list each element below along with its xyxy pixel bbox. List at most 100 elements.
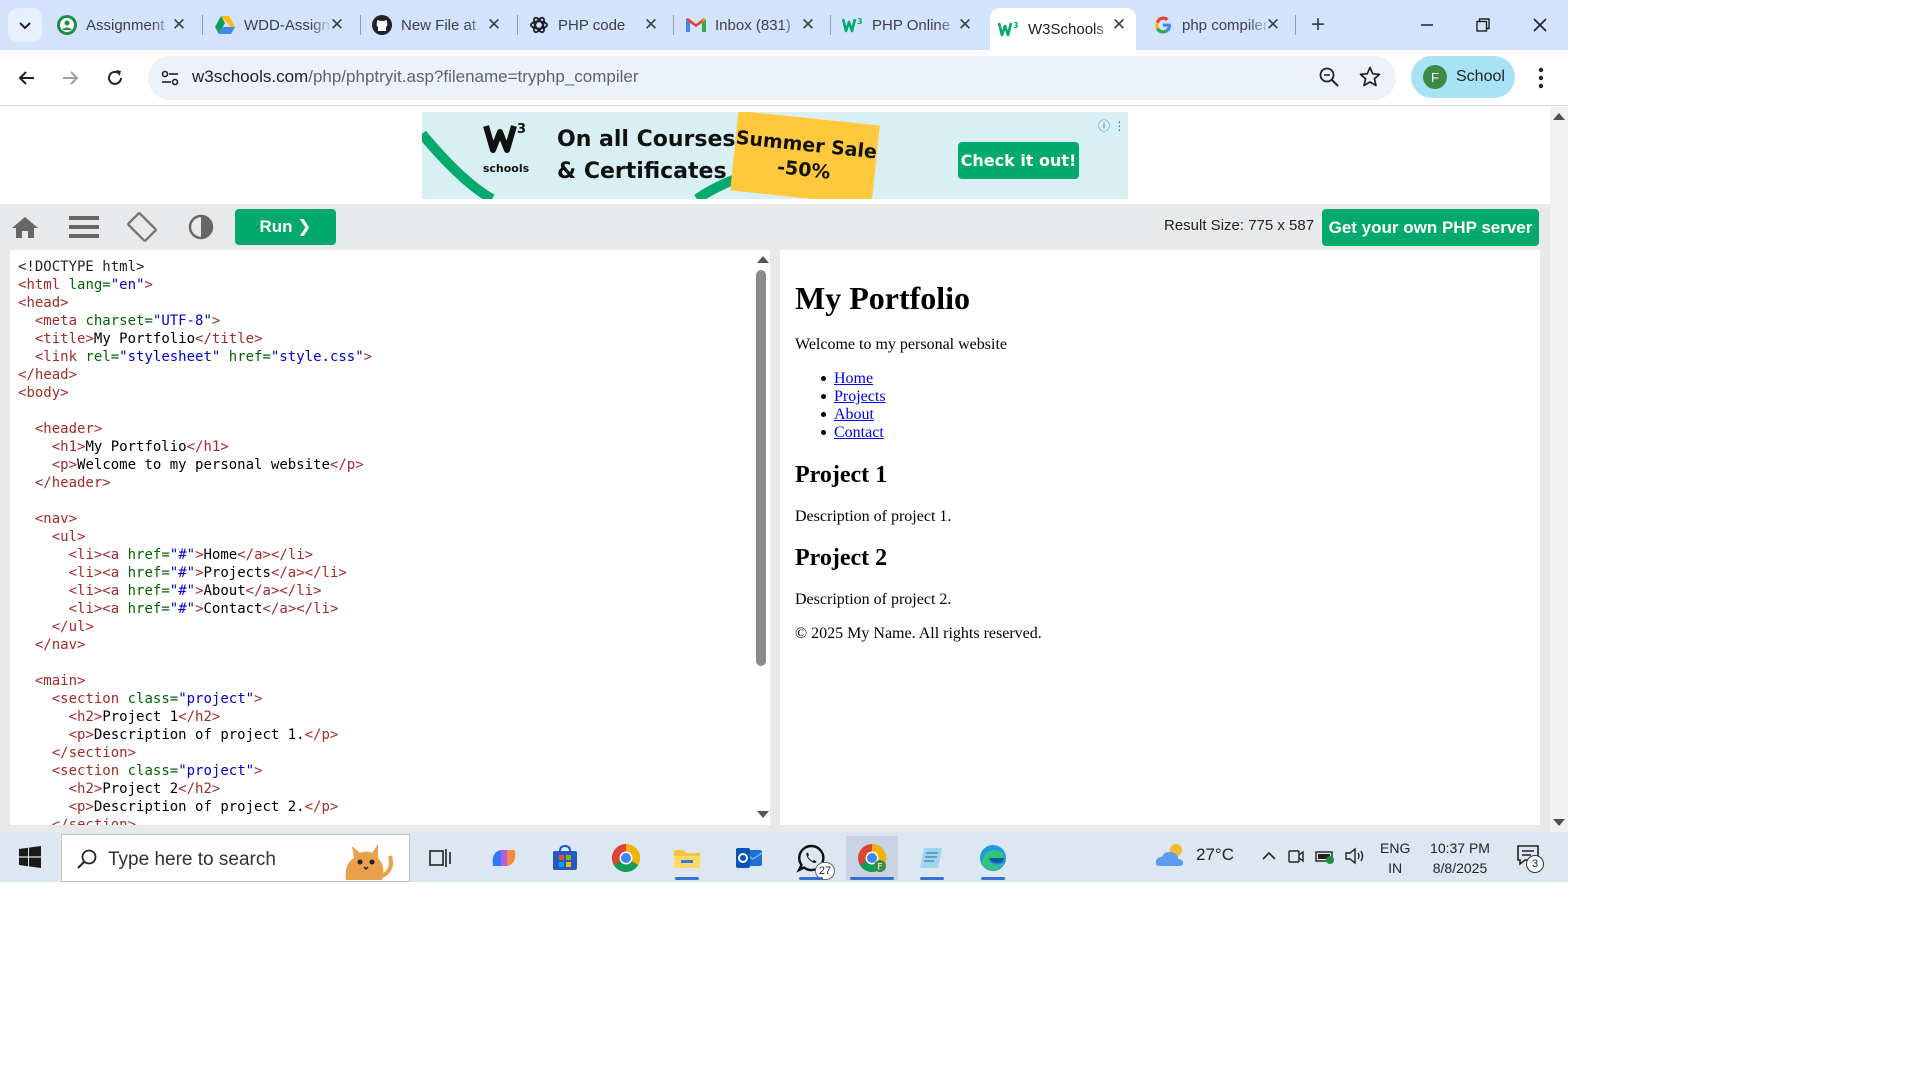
reload-button[interactable]	[98, 61, 132, 95]
tab-separator	[673, 15, 674, 35]
home-button[interactable]	[8, 210, 42, 244]
minimize-button[interactable]	[1412, 10, 1442, 40]
weather-widget[interactable]: 27°C	[1154, 842, 1234, 868]
volume-icon[interactable]	[1344, 846, 1366, 866]
chevron-down-icon	[19, 22, 31, 30]
tab-title: Assignment	[86, 16, 165, 34]
close-tab-icon[interactable]: ✕	[1264, 16, 1282, 34]
outlook-button[interactable]	[723, 836, 775, 880]
chevron-up-icon[interactable]	[1260, 846, 1278, 866]
zoom-icon[interactable]	[1318, 66, 1340, 93]
ad-banner[interactable]: 3 schools On all Courses & Certificates …	[422, 112, 1128, 199]
scroll-up-arrow-icon[interactable]	[757, 256, 769, 263]
edge-button[interactable]	[967, 836, 1019, 880]
page-content: 3 schools On all Courses & Certificates …	[0, 107, 1550, 832]
ad-cta-button[interactable]: Check it out!	[958, 142, 1079, 179]
tab-assignment[interactable]: Assignment ✕	[56, 8, 196, 42]
code-token: </	[186, 439, 204, 455]
code-token: charset=	[85, 313, 153, 329]
code-token: li	[77, 565, 94, 581]
theme-toggle-button[interactable]	[184, 210, 218, 244]
code-token: h2	[77, 709, 94, 725]
tab-php-online[interactable]: 3 PHP Online ✕	[842, 8, 982, 42]
whatsapp-button[interactable]: 27	[785, 836, 837, 880]
rotate-layout-button[interactable]	[125, 210, 159, 244]
input-language[interactable]: ENG IN	[1380, 838, 1410, 878]
get-php-server-button[interactable]: Get your own PHP server	[1322, 209, 1539, 246]
result-nav-link-contact[interactable]: Contact	[834, 424, 884, 441]
task-view-button[interactable]	[414, 836, 466, 880]
ad-info-icon[interactable]: ⓘ ⋮	[1098, 117, 1125, 134]
code-token: </	[51, 619, 69, 635]
code-token: >	[85, 331, 94, 347]
bookmark-star-icon[interactable]	[1358, 65, 1382, 94]
copilot-button[interactable]	[478, 836, 530, 880]
code-token: >	[211, 781, 221, 797]
close-tab-icon[interactable]: ✕	[1110, 16, 1128, 34]
tab-search-button[interactable]	[8, 8, 42, 42]
close-tab-icon[interactable]: ✕	[956, 16, 974, 34]
result-nav-link-home[interactable]: Home	[834, 370, 873, 387]
chrome-profile-taskbar-button[interactable]: F	[846, 836, 898, 880]
code-token: section	[68, 817, 128, 825]
back-button[interactable]	[10, 61, 44, 95]
close-tab-icon[interactable]: ✕	[328, 16, 346, 34]
tab-gmail-inbox[interactable]: Inbox (831) ✕	[685, 8, 825, 42]
code-token: h1	[60, 439, 78, 455]
code-token: ></	[270, 583, 297, 599]
result-project2-desc: Description of project 2.	[795, 591, 952, 608]
tab-w3schools-active[interactable]: 3 W3Schools ✕	[990, 8, 1136, 50]
tab-separator	[360, 15, 361, 35]
scroll-up-arrow-icon[interactable]	[1553, 113, 1565, 120]
result-project1-title: Project 1	[795, 462, 888, 488]
result-nav-link-about[interactable]: About	[834, 406, 874, 423]
notes-app-button[interactable]	[906, 836, 958, 880]
address-bar[interactable]: w3schools.com/php/phptryit.asp?filename=…	[148, 56, 1396, 100]
close-tab-icon[interactable]: ✕	[642, 16, 660, 34]
close-tab-icon[interactable]: ✕	[485, 16, 503, 34]
battery-icon[interactable]	[1314, 846, 1336, 866]
start-button[interactable]	[10, 840, 50, 874]
menu-button[interactable]	[67, 210, 101, 244]
new-tab-button[interactable]: +	[1304, 11, 1332, 39]
code-line: <p>Welcome to my personal website</p>	[18, 456, 372, 474]
file-explorer-button[interactable]	[661, 836, 713, 880]
tab-php-code[interactable]: PHP code ✕	[528, 8, 668, 42]
chrome-taskbar-button[interactable]	[600, 836, 652, 880]
microsoft-store-button[interactable]	[539, 836, 591, 880]
restore-button[interactable]	[1468, 10, 1498, 40]
browser-menu-button[interactable]	[1528, 63, 1554, 93]
forward-button[interactable]	[53, 61, 87, 95]
tab-github-new-file[interactable]: New File at ✕	[371, 8, 511, 42]
meet-now-icon[interactable]	[1286, 846, 1306, 866]
scroll-down-arrow-icon[interactable]	[1553, 819, 1565, 826]
taskbar-search-box[interactable]: Type here to search	[61, 834, 410, 882]
site-settings-icon[interactable]	[158, 66, 182, 90]
profile-button[interactable]: F School	[1411, 56, 1515, 98]
code-editor[interactable]: <!DOCTYPE html> <html lang="en"> <head> <m…	[10, 250, 770, 825]
code-scrollbar[interactable]	[753, 250, 770, 825]
tab-php-compiler-search[interactable]: php compiler ✕	[1152, 8, 1290, 42]
code-token: My Portfolio	[85, 439, 187, 455]
code-token: ul	[60, 529, 78, 545]
code-token: li	[313, 601, 330, 617]
code-line: <section class="project">	[18, 762, 372, 780]
result-nav-link-projects[interactable]: Projects	[834, 388, 886, 405]
scroll-down-arrow-icon[interactable]	[757, 811, 769, 818]
scrollbar-thumb[interactable]	[756, 270, 766, 666]
notification-center-button[interactable]: 3	[1516, 844, 1544, 873]
clock[interactable]: 10:37 PM 8/8/2025	[1428, 838, 1492, 878]
close-tab-icon[interactable]: ✕	[170, 16, 188, 34]
close-window-button[interactable]	[1525, 10, 1555, 40]
close-tab-icon[interactable]: ✕	[799, 16, 817, 34]
page-scrollbar[interactable]	[1550, 107, 1568, 832]
run-button[interactable]: Run ❯	[235, 209, 336, 245]
tab-wdd-assignment[interactable]: WDD-Assignment ✕	[214, 8, 354, 42]
